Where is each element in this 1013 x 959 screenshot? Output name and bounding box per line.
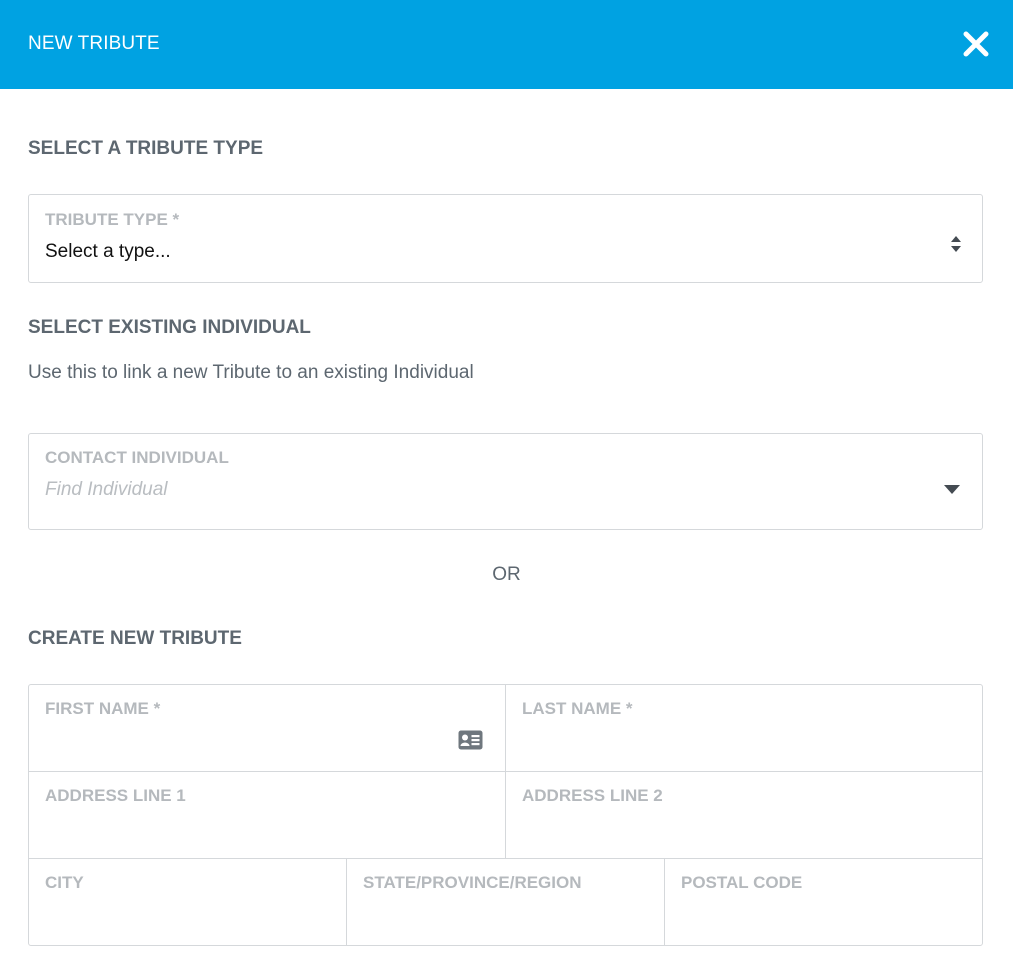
address-line-1-label: ADDRESS LINE 1	[45, 786, 186, 805]
contact-individual-label: CONTACT INDIVIDUAL	[45, 448, 229, 467]
postal-code-field[interactable]: POSTAL CODE	[665, 859, 982, 945]
contact-card-icon[interactable]	[458, 730, 483, 750]
close-button[interactable]	[960, 28, 992, 60]
tribute-type-select[interactable]: TRIBUTE TYPE * Select a type...	[28, 194, 983, 283]
last-name-field[interactable]: LAST NAME *	[506, 685, 982, 771]
close-icon[interactable]	[960, 28, 992, 60]
tribute-type-section-title: SELECT A TRIBUTE TYPE	[28, 138, 264, 159]
city-field[interactable]: CITY	[29, 859, 346, 945]
tribute-type-label: TRIBUTE TYPE *	[45, 210, 180, 229]
address-line-2-label: ADDRESS LINE 2	[522, 786, 663, 805]
address-line-2-field[interactable]: ADDRESS LINE 2	[506, 772, 982, 858]
first-name-field[interactable]: FIRST NAME *	[29, 685, 505, 771]
last-name-label: LAST NAME *	[522, 699, 633, 718]
contact-individual-placeholder[interactable]: Find Individual	[45, 479, 168, 501]
modal-title: NEW TRIBUTE	[28, 33, 160, 54]
existing-individual-section-title: SELECT EXISTING INDIVIDUAL	[28, 317, 311, 338]
tribute-type-value[interactable]: Select a type...	[45, 241, 171, 263]
city-label: CITY	[45, 873, 84, 892]
or-divider-text: OR	[492, 564, 521, 585]
modal-header: NEW TRIBUTE	[0, 0, 1013, 89]
state-label: STATE/PROVINCE/REGION	[363, 873, 582, 892]
postal-code-label: POSTAL CODE	[681, 873, 803, 892]
address-line-1-field[interactable]: ADDRESS LINE 1	[29, 772, 505, 858]
sort-arrows-icon[interactable]	[950, 235, 962, 253]
contact-individual-select[interactable]: CONTACT INDIVIDUAL Find Individual	[28, 433, 983, 530]
create-tribute-form: FIRST NAME * LAST NAME * ADDRESS LINE 1 …	[28, 684, 983, 946]
existing-individual-description: Use this to link a new Tribute to an exi…	[28, 362, 474, 383]
caret-down-icon[interactable]	[944, 485, 960, 495]
create-tribute-section-title: CREATE NEW TRIBUTE	[28, 628, 242, 649]
state-field[interactable]: STATE/PROVINCE/REGION	[347, 859, 664, 945]
first-name-label: FIRST NAME *	[45, 699, 161, 718]
